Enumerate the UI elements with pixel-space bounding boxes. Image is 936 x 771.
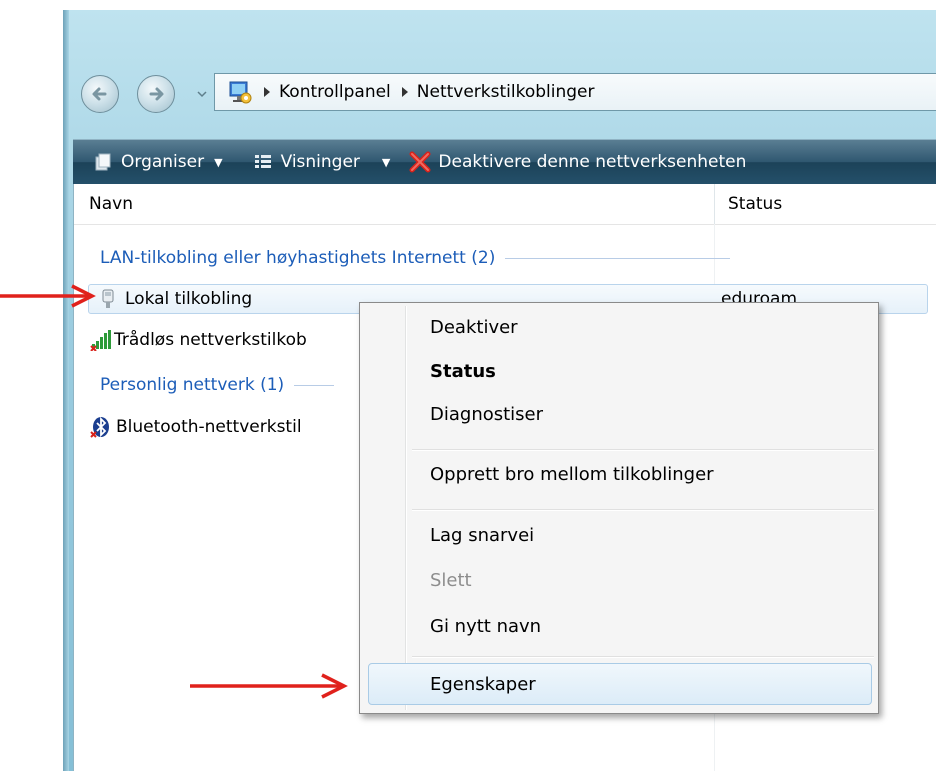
column-header-name[interactable]: Navn [89, 194, 133, 214]
breadcrumb-separator-icon [263, 87, 271, 97]
chevron-down-icon [197, 91, 207, 98]
list-item-wireless-connection[interactable]: Trådløs nettverkstilkob [90, 325, 307, 355]
command-bar: Organiser ▼ Visninger ▼ Deaktivere denne… [73, 139, 936, 184]
group-divider-line [294, 384, 335, 386]
organize-label: Organiser [121, 152, 205, 172]
menu-item-create-shortcut[interactable]: Lag snarvei [430, 525, 534, 546]
forward-button[interactable] [137, 75, 175, 113]
menu-gutter-highlight [406, 306, 407, 710]
menu-separator [412, 449, 874, 451]
control-panel-icon [229, 81, 252, 104]
views-label: Visninger [280, 152, 360, 172]
breadcrumb-network-connections[interactable]: Nettverkstilkoblinger [417, 82, 595, 102]
forward-arrow-icon [149, 87, 164, 101]
group-title: Personlig nettverk (1) [100, 375, 285, 395]
group-title: LAN-tilkobling eller høyhastighets Inter… [100, 248, 496, 268]
chevron-down-icon: ▼ [214, 155, 223, 169]
group-header-lan[interactable]: LAN-tilkobling eller høyhastighets Inter… [100, 248, 731, 268]
item-name: Trådløs nettverkstilkob [114, 330, 307, 350]
breadcrumb-separator-icon [401, 87, 409, 97]
organize-button[interactable]: Organiser ▼ [93, 152, 223, 172]
ethernet-icon [97, 288, 119, 310]
views-icon [254, 155, 271, 168]
views-button[interactable]: Visninger ▼ [253, 152, 391, 172]
item-name: Lokal tilkobling [125, 289, 253, 309]
menu-item-delete[interactable]: Slett [430, 570, 472, 591]
menu-item-status[interactable]: Status [430, 361, 496, 382]
window-frame-edge [63, 10, 69, 771]
group-divider-line [505, 257, 731, 259]
column-divider[interactable] [714, 184, 715, 224]
menu-separator [412, 509, 874, 511]
recent-pages-dropdown[interactable] [196, 87, 208, 101]
menu-separator [412, 656, 874, 658]
breadcrumb-control-panel[interactable]: Kontrollpanel [279, 82, 391, 102]
menu-item-diagnose[interactable]: Diagnostiser [430, 404, 543, 425]
column-header-row: Navn Status [74, 184, 936, 225]
back-arrow-icon [92, 87, 107, 101]
wireless-icon [90, 329, 112, 351]
organize-icon [95, 153, 111, 171]
chevron-down-icon: ▼ [381, 155, 391, 169]
menu-item-rename[interactable]: Gi nytt navn [430, 616, 541, 637]
bluetooth-icon [90, 416, 112, 438]
item-name: Bluetooth-nettverkstil [116, 417, 302, 437]
annotation-arrow-icon [0, 284, 96, 308]
list-item-bluetooth-connection[interactable]: Bluetooth-nettverkstil [90, 412, 302, 442]
disable-device-label: Deaktivere denne nettverksenheten [438, 152, 747, 172]
address-bar[interactable]: Kontrollpanel Nettverkstilkoblinger [214, 73, 936, 111]
red-x-icon [409, 151, 431, 173]
context-menu: Deaktiver Status Diagnostiser Opprett br… [359, 302, 879, 714]
menu-item-disable[interactable]: Deaktiver [430, 317, 518, 338]
menu-item-properties[interactable]: Egenskaper [430, 674, 536, 695]
group-header-personal[interactable]: Personlig nettverk (1) [100, 375, 335, 395]
annotation-arrow-icon [190, 673, 348, 699]
back-button[interactable] [81, 75, 119, 113]
menu-item-create-bridge[interactable]: Opprett bro mellom tilkoblinger [430, 464, 714, 485]
column-header-status[interactable]: Status [728, 194, 782, 214]
disable-device-button[interactable]: Deaktivere denne nettverksenheten [408, 150, 746, 174]
